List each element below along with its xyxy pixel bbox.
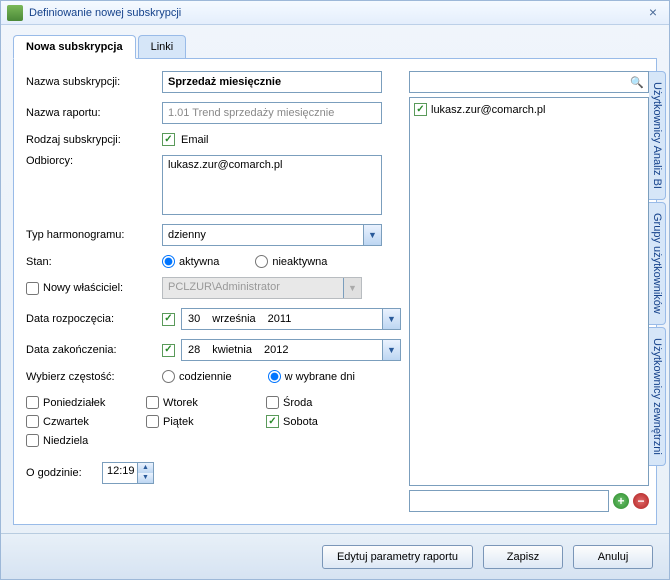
email-checkbox[interactable] [162,133,175,146]
label-newowner: Nowy właściciel: [26,282,156,295]
user-checkbox[interactable] [414,103,427,116]
state-inactive-radio[interactable]: nieaktywna [255,255,327,268]
footer: Edytuj parametry raportu Zapisz Anuluj [1,533,669,579]
user-list[interactable]: lukasz.zur@comarch.pl [409,97,649,486]
start-date-checkbox[interactable] [162,313,175,326]
close-icon[interactable]: × [643,3,663,23]
day-tue[interactable]: Wtorek [146,396,256,409]
tab-new-subscription[interactable]: Nowa subskrypcja [13,35,136,59]
end-date-checkbox[interactable] [162,344,175,357]
add-user-input[interactable] [409,490,609,512]
day-sat[interactable]: Sobota [266,415,376,428]
label-recipients: Odbiorcy: [26,155,156,167]
day-thu[interactable]: Czwartek [26,415,136,428]
schedule-select[interactable] [162,224,382,246]
content: Nowa subskrypcja Linki Nazwa subskrypcji… [1,25,669,533]
label-schedule: Typ harmonogramu: [26,229,156,241]
label-start: Data rozpoczęcia: [26,313,156,325]
list-item[interactable]: lukasz.zur@comarch.pl [414,102,644,117]
label-end: Data zakończenia: [26,344,156,356]
chevron-down-icon: ▼ [382,309,400,329]
app-icon [7,5,23,21]
panel: Nazwa subskrypcji: Nazwa raportu: Rodzaj… [13,59,657,525]
sidetab-users-bi[interactable]: Użytkownicy Analiz BI [649,71,666,200]
label-report: Nazwa raportu: [26,107,156,119]
spinner-up-icon[interactable]: ▲ [138,463,153,473]
start-date-picker[interactable]: 30 września 2011 ▼ [181,308,401,330]
tab-links[interactable]: Linki [138,35,187,58]
email-label: Email [181,134,209,146]
window-title: Definiowanie nowej subskrypcji [29,7,643,19]
day-fri[interactable]: Piątek [146,415,256,428]
freq-daily-radio[interactable]: codziennie [162,370,232,383]
recipients-textarea[interactable]: lukasz.zur@comarch.pl [162,155,382,215]
label-hour: O godzinie: [26,467,96,479]
subscription-dialog: Definiowanie nowej subskrypcji × Nowa su… [0,0,670,580]
subscription-name-input[interactable] [162,71,382,93]
remove-user-button[interactable]: − [633,493,649,509]
cancel-button[interactable]: Anuluj [573,545,653,569]
day-wed[interactable]: Środa [266,396,376,409]
search-icon: 🔍 [630,76,644,89]
end-date-picker[interactable]: 28 kwietnia 2012 ▼ [181,339,401,361]
sidetab-groups[interactable]: Grupy użytkowników [649,202,666,325]
user-search[interactable]: 🔍 [409,71,649,93]
chevron-down-icon: ▼ [382,340,400,360]
new-owner-checkbox[interactable] [26,282,39,295]
save-button[interactable]: Zapisz [483,545,563,569]
search-input[interactable] [414,76,630,88]
label-type: Rodzaj subskrypcji: [26,134,156,146]
label-freq: Wybierz częstość: [26,371,156,383]
add-user-button[interactable]: + [613,493,629,509]
day-sun[interactable]: Niedziela [26,434,136,447]
label-state: Stan: [26,256,156,268]
sidetab-external[interactable]: Użytkownicy zewnętrzni [649,327,666,466]
right-panel: 🔍 lukasz.zur@comarch.pl + − [409,71,649,512]
left-form: Nazwa subskrypcji: Nazwa raportu: Rodzaj… [26,71,401,512]
titlebar: Definiowanie nowej subskrypcji × [1,1,669,25]
owner-select: PCLZUR\Administrator [162,277,362,299]
label-name: Nazwa subskrypcji: [26,76,156,88]
freq-selected-days-radio[interactable]: w wybrane dni [268,370,355,383]
days-grid: Poniedziałek Wtorek Środa Czwartek Piąte… [26,396,401,447]
edit-params-button[interactable]: Edytuj parametry raportu [322,545,473,569]
state-active-radio[interactable]: aktywna [162,255,219,268]
report-name-input [162,102,382,124]
tabs: Nowa subskrypcja Linki [13,33,657,59]
day-mon[interactable]: Poniedziałek [26,396,136,409]
spinner-down-icon[interactable]: ▼ [138,473,153,483]
time-spinner[interactable]: 12:19 ▲▼ [102,462,154,484]
